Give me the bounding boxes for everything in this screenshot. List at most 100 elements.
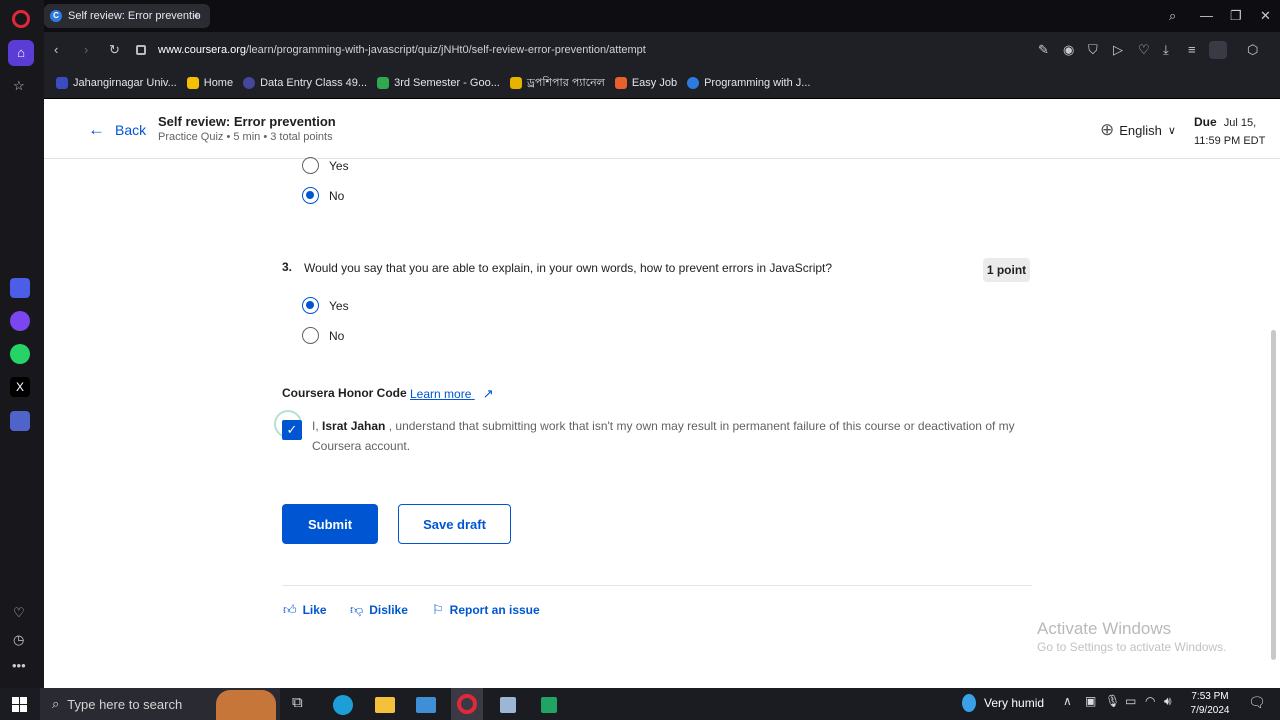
- system-clock[interactable]: 7:53 PM 7/9/2024: [1186, 690, 1234, 718]
- question-number: 3.: [282, 260, 293, 274]
- profile-icon[interactable]: [1209, 41, 1227, 59]
- honor-statement: I, Israt Jahan , understand that submitt…: [312, 416, 1032, 456]
- q2-option-yes[interactable]: Yes: [302, 157, 349, 174]
- submit-button[interactable]: Submit: [282, 504, 378, 544]
- coursera-favicon-icon: C: [50, 10, 62, 22]
- forward-nav-icon[interactable]: ›: [84, 42, 88, 57]
- opera-taskbar-button[interactable]: [451, 688, 483, 720]
- learn-more-label: Learn more: [410, 387, 472, 401]
- bookmarks-list: Jahangirnagar Univ... Home Data Entry Cl…: [56, 73, 820, 93]
- task-view-icon[interactable]: ⧉: [292, 694, 303, 711]
- mail-icon[interactable]: [416, 697, 436, 713]
- honor-code-title: Coursera Honor Code: [282, 386, 407, 400]
- wifi-icon[interactable]: ◠: [1145, 694, 1155, 708]
- honor-checkbox[interactable]: ✓: [282, 420, 302, 440]
- bookmark-item[interactable]: Programming with J...: [687, 73, 810, 93]
- edge-icon[interactable]: [333, 695, 353, 715]
- radio-button[interactable]: [302, 157, 319, 174]
- windows-start-icon[interactable]: [12, 697, 27, 712]
- bookmark-item[interactable]: Home: [186, 73, 233, 93]
- globe-icon: ⊕: [1100, 120, 1115, 139]
- tab-strip: [44, 0, 1280, 32]
- shield-icon[interactable]: ⛉: [1088, 42, 1098, 58]
- more-icon[interactable]: •••: [12, 658, 26, 673]
- option-label: Yes: [329, 158, 349, 173]
- language-select[interactable]: ⊕ English ∨: [1100, 120, 1176, 140]
- play-icon[interactable]: ▷: [1113, 42, 1123, 58]
- messenger-icon[interactable]: [10, 311, 30, 331]
- dislike-button[interactable]: 👎︎ Dislike: [350, 602, 408, 618]
- home-icon[interactable]: ⌂: [8, 40, 34, 66]
- opera-logo-icon[interactable]: [12, 10, 30, 28]
- save-draft-button[interactable]: Save draft: [398, 504, 511, 544]
- search-tabs-icon[interactable]: ⌕: [1169, 8, 1176, 24]
- camera-icon[interactable]: ◉: [1063, 42, 1074, 58]
- search-icon: ⌕: [52, 696, 60, 711]
- page-content: [44, 99, 1280, 688]
- lock-icon: [136, 45, 146, 55]
- option-label: No: [329, 188, 345, 203]
- q3-option-no[interactable]: No: [302, 327, 344, 344]
- radio-button-selected[interactable]: [302, 187, 319, 204]
- notification-icon[interactable]: 🗨︎: [1248, 694, 1266, 711]
- back-button[interactable]: ← Back: [88, 120, 146, 140]
- report-issue-button[interactable]: ⚐ Report an issue: [432, 602, 540, 618]
- bookmark-item[interactable]: Easy Job: [614, 73, 678, 93]
- bookmark-item[interactable]: 3rd Semester - Goo...: [377, 73, 500, 93]
- new-tab-icon[interactable]: +: [193, 8, 201, 23]
- learn-more-link[interactable]: Learn more ↗: [410, 386, 494, 402]
- bookmark-favicon-icon: [186, 77, 199, 89]
- q2-option-no[interactable]: No: [302, 187, 344, 204]
- bookmark-item[interactable]: ড্রপশিপার প্যানেল: [509, 73, 605, 93]
- bookmark-label: Programming with J...: [704, 77, 811, 89]
- activate-windows-sub: Go to Settings to activate Windows.: [1037, 640, 1227, 654]
- radio-button-selected[interactable]: [302, 297, 319, 314]
- heart-icon[interactable]: ♡: [13, 605, 25, 621]
- edit-icon[interactable]: ✎: [1038, 42, 1049, 58]
- bookmark-item[interactable]: Data Entry Class 49...: [243, 73, 367, 93]
- points-badge: 1 point: [983, 258, 1030, 282]
- volume-icon[interactable]: 🔊︎: [1164, 694, 1172, 709]
- due-date-value: Jul 15,: [1223, 117, 1257, 129]
- notepad-icon[interactable]: [500, 697, 516, 713]
- aria-icon[interactable]: [10, 278, 30, 298]
- extensions-icon[interactable]: ⬡: [1247, 42, 1258, 58]
- thumbs-up-icon: 👍︎: [283, 602, 297, 617]
- download-icon[interactable]: ⤓: [1163, 42, 1169, 58]
- battery-icon[interactable]: ▭: [1125, 694, 1136, 708]
- reload-icon[interactable]: ↻: [109, 42, 120, 58]
- minimize-icon[interactable]: —: [1200, 8, 1213, 23]
- favorite-icon[interactable]: ♡: [1138, 42, 1150, 58]
- history-icon[interactable]: ◷: [13, 632, 24, 648]
- menu-icon[interactable]: ≡: [1188, 42, 1196, 57]
- arrow-left-icon: ←: [88, 120, 105, 139]
- app-icon[interactable]: [541, 697, 557, 713]
- browser-tab[interactable]: C Self review: Error preventio: [44, 4, 210, 28]
- page-subtitle: Practice Quiz • 5 min • 3 total points: [158, 131, 333, 143]
- chevron-up-icon[interactable]: ∧: [1063, 694, 1072, 708]
- tray-icon[interactable]: ▣: [1085, 694, 1096, 708]
- flag-icon: ⚐: [432, 602, 444, 617]
- blogger-icon: [614, 77, 627, 89]
- weather-label[interactable]: Very humid: [984, 696, 1044, 710]
- back-nav-icon[interactable]: ‹: [54, 42, 58, 57]
- url-path: /learn/programming-with-javascript/quiz/…: [246, 44, 646, 56]
- bookmark-label: Easy Job: [631, 77, 678, 89]
- like-button[interactable]: 👍︎ Like: [283, 602, 327, 618]
- thumbs-down-icon: 👎︎: [350, 602, 364, 617]
- scrollbar-thumb[interactable]: [1271, 330, 1276, 660]
- microphone-icon[interactable]: 🎙︎: [1105, 694, 1120, 708]
- bookmark-item[interactable]: Jahangirnagar Univ...: [56, 73, 177, 93]
- restore-icon[interactable]: ❐: [1230, 8, 1242, 24]
- radio-button[interactable]: [302, 327, 319, 344]
- star-icon[interactable]: ☆: [13, 78, 25, 94]
- quiz-header: [44, 99, 1280, 159]
- due-label: Due: [1194, 115, 1217, 129]
- divider: [282, 585, 1032, 586]
- q3-option-yes[interactable]: Yes: [302, 297, 349, 314]
- file-explorer-icon[interactable]: [375, 697, 395, 713]
- x-twitter-icon[interactable]: X: [10, 377, 30, 397]
- whatsapp-icon[interactable]: [10, 344, 30, 364]
- close-window-icon[interactable]: ✕: [1260, 8, 1271, 24]
- music-icon[interactable]: [10, 411, 30, 431]
